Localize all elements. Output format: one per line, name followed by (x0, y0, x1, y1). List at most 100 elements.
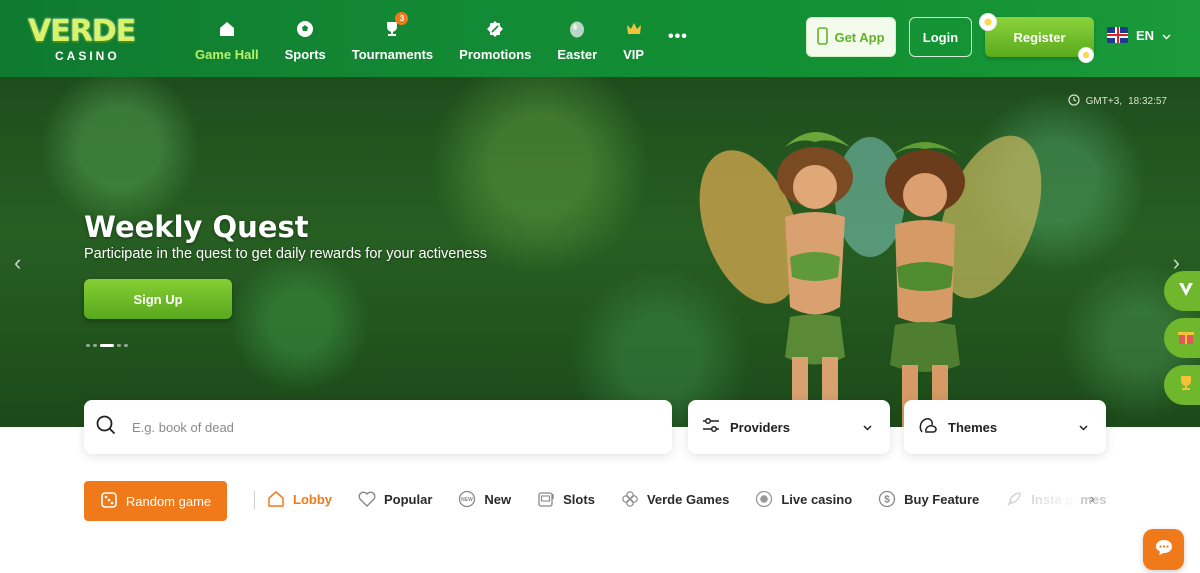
tab-label: Slots (563, 491, 595, 507)
crown-icon (624, 19, 644, 39)
side-gift-button[interactable] (1164, 318, 1200, 358)
register-label: Register (1013, 29, 1066, 45)
tabs-next-icon[interactable]: › (1090, 491, 1094, 506)
live-chat-button[interactable] (1143, 529, 1184, 570)
trophy-icon: 3 (382, 12, 409, 39)
nav-tournaments[interactable]: 3 Tournaments (339, 12, 446, 62)
tab-verde-games[interactable]: Verde Games (620, 489, 729, 509)
dollar-coin-icon: $ (877, 489, 897, 509)
themes-dropdown[interactable]: Themes (904, 400, 1106, 454)
nav-label: Easter (557, 47, 598, 62)
clover-icon (620, 489, 640, 509)
home-icon (217, 19, 237, 39)
dice-icon (100, 491, 118, 512)
tab-new[interactable]: NEW New (457, 489, 511, 509)
providers-label: Providers (730, 419, 790, 435)
logo-word: VERDE (28, 14, 136, 49)
nav-promotions[interactable]: Promotions (446, 12, 544, 62)
random-game-button[interactable]: Random game (84, 481, 227, 521)
tab-label: Buy Feature (904, 491, 980, 507)
tab-label: Lobby (293, 491, 332, 507)
trophy-icon (1177, 374, 1195, 397)
carousel-dot[interactable] (86, 344, 90, 347)
tab-popular[interactable]: Popular (357, 489, 432, 509)
tournaments-badge: 3 (395, 12, 409, 25)
carousel-prev-icon[interactable]: ‹ (14, 250, 21, 276)
uk-flag-icon (1107, 27, 1128, 43)
slot-machine-icon (536, 489, 556, 509)
tabs-fade-overlay (1010, 481, 1080, 521)
nav-label: Game Hall (195, 47, 259, 62)
themes-icon (918, 416, 938, 439)
tab-label: Verde Games (646, 491, 730, 507)
svg-text:$: $ (884, 495, 890, 506)
verde-v-icon (1177, 280, 1195, 303)
carousel-dot[interactable] (117, 344, 121, 347)
chevron-down-icon (863, 418, 872, 436)
soccer-ball-icon (295, 19, 315, 39)
daisy-decoration-icon (1078, 47, 1094, 63)
verde-casino-logo[interactable]: VERDE CASINO (28, 14, 152, 66)
new-badge-icon: NEW (457, 489, 477, 509)
category-tabs: Lobby Popular NEW New Slots Verde Games … (266, 489, 1131, 509)
clock-time: 18:32:57 (1128, 96, 1167, 107)
top-header: VERDE CASINO Game Hall Sports 3 Tourname… (0, 0, 1200, 77)
clock-zone: GMT+3, (1085, 96, 1123, 107)
sliders-icon (702, 417, 720, 438)
heart-icon (357, 489, 377, 509)
random-game-label: Random game (125, 493, 212, 509)
get-app-label: Get App (834, 29, 885, 45)
carousel-dot[interactable] (124, 344, 128, 347)
clock-icon (1068, 94, 1080, 109)
tab-slots[interactable]: Slots (536, 489, 595, 509)
chevron-down-icon (1079, 418, 1088, 436)
hero-banner: GMT+3, 18:32:57 ‹ › Weekly Quest Partici… (0, 77, 1200, 427)
chat-bubble-icon (1154, 538, 1174, 561)
nav-vip[interactable]: VIP (610, 12, 657, 62)
themes-label: Themes (948, 419, 998, 435)
daisy-decoration-icon (979, 13, 997, 31)
main-nav: Game Hall Sports 3 Tournaments Promotion… (182, 12, 657, 62)
language-selector[interactable]: EN (1107, 27, 1171, 43)
search-input[interactable] (132, 419, 612, 435)
logo-subtitle: CASINO (55, 49, 120, 63)
live-dot-icon (754, 489, 774, 509)
nav-label: Promotions (459, 47, 532, 62)
nav-sports[interactable]: Sports (272, 12, 339, 62)
carousel-dot-active[interactable] (100, 344, 114, 347)
easter-egg-icon (567, 19, 587, 39)
search-icon (96, 415, 116, 440)
gift-box-icon (1177, 327, 1195, 350)
fairy-artwork (699, 132, 1042, 427)
svg-text:NEW: NEW (462, 497, 474, 503)
home-outline-icon (266, 489, 286, 509)
percent-badge-icon (485, 19, 505, 39)
sign-up-button[interactable]: Sign Up (84, 279, 232, 319)
more-menu-icon[interactable]: ••• (668, 28, 688, 46)
tab-label: Popular (384, 491, 433, 507)
get-app-button[interactable]: Get App (806, 17, 896, 57)
carousel-dot[interactable] (93, 344, 97, 347)
providers-dropdown[interactable]: Providers (688, 400, 890, 454)
tab-live-casino[interactable]: Live casino (754, 489, 852, 509)
nav-game-hall[interactable]: Game Hall (182, 12, 272, 62)
phone-icon (817, 26, 829, 48)
tab-buy-feature[interactable]: $ Buy Feature (877, 489, 979, 509)
language-code: EN (1136, 27, 1155, 43)
hero-subtitle: Participate in the quest to get daily re… (84, 246, 487, 262)
tab-label: New (484, 491, 512, 507)
nav-label: VIP (623, 47, 645, 62)
game-search-box[interactable] (84, 400, 672, 454)
category-divider (254, 491, 255, 509)
server-clock: GMT+3, 18:32:57 (1068, 94, 1167, 109)
nav-easter[interactable]: Easter (544, 12, 610, 62)
tab-label: Live casino (781, 491, 853, 507)
login-button[interactable]: Login (909, 17, 972, 57)
side-verde-button[interactable] (1164, 271, 1200, 311)
hero-title: Weekly Quest (84, 210, 309, 244)
chevron-down-icon (1162, 28, 1171, 43)
side-trophy-button[interactable] (1164, 365, 1200, 405)
carousel-dots (86, 344, 128, 347)
nav-label: Tournaments (351, 47, 434, 62)
tab-lobby[interactable]: Lobby (266, 489, 332, 509)
